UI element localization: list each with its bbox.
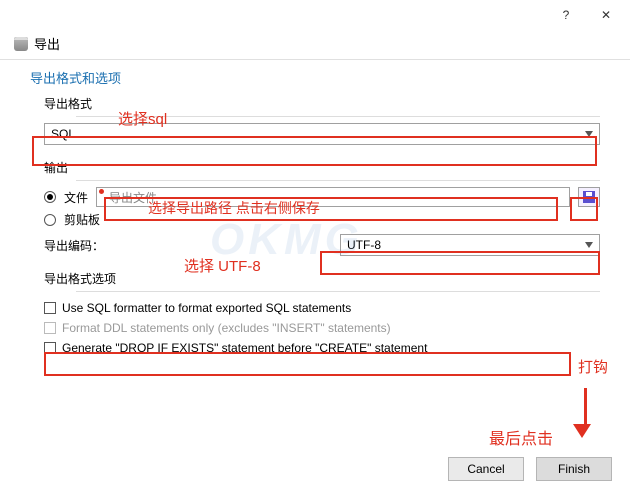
browse-save-button[interactable] (578, 187, 600, 207)
chevron-down-icon (585, 131, 593, 137)
output-path-placeholder: 导出文件 (109, 189, 157, 206)
ddl-only-checkbox (44, 322, 56, 334)
drop-if-exists-label: Generate "DROP IF EXISTS" statement befo… (62, 341, 427, 355)
floppy-icon (583, 191, 595, 203)
options-group-label: 导出格式选项 (30, 266, 600, 289)
format-value: SQL (51, 127, 75, 141)
dialog-title: 导出 (34, 34, 60, 53)
output-file-radio[interactable] (44, 191, 56, 203)
use-formatter-label: Use SQL formatter to format exported SQL… (62, 301, 351, 315)
chevron-down-icon (585, 242, 593, 248)
encoding-label: 导出编码： (44, 237, 174, 254)
drop-if-exists-checkbox[interactable] (44, 342, 56, 354)
close-button[interactable]: ✕ (586, 1, 626, 29)
cancel-button[interactable]: Cancel (448, 457, 524, 481)
divider (0, 59, 630, 60)
required-marker-icon (99, 189, 104, 194)
use-formatter-checkbox[interactable] (44, 302, 56, 314)
encoding-select[interactable]: UTF-8 (340, 234, 600, 256)
output-clipboard-label: 剪贴板 (64, 211, 100, 228)
format-group-label: 导出格式 (30, 91, 600, 114)
annotation-finally-click: 最后点击 (489, 425, 553, 449)
section-header: 导出格式和选项 (30, 68, 600, 87)
output-group-label: 输出 (30, 155, 600, 178)
database-icon (14, 37, 28, 51)
finish-button[interactable]: Finish (536, 457, 612, 481)
output-clipboard-radio[interactable] (44, 214, 56, 226)
help-button[interactable]: ? (546, 1, 586, 29)
output-file-label: 文件 (64, 189, 88, 206)
arrow-down-icon (580, 388, 591, 438)
format-select[interactable]: SQL (44, 123, 600, 145)
encoding-value: UTF-8 (347, 238, 381, 252)
ddl-only-label: Format DDL statements only (excludes "IN… (62, 321, 391, 335)
annotation-check-it: 打钩 (578, 356, 608, 377)
output-path-input[interactable]: 导出文件 (96, 187, 570, 207)
